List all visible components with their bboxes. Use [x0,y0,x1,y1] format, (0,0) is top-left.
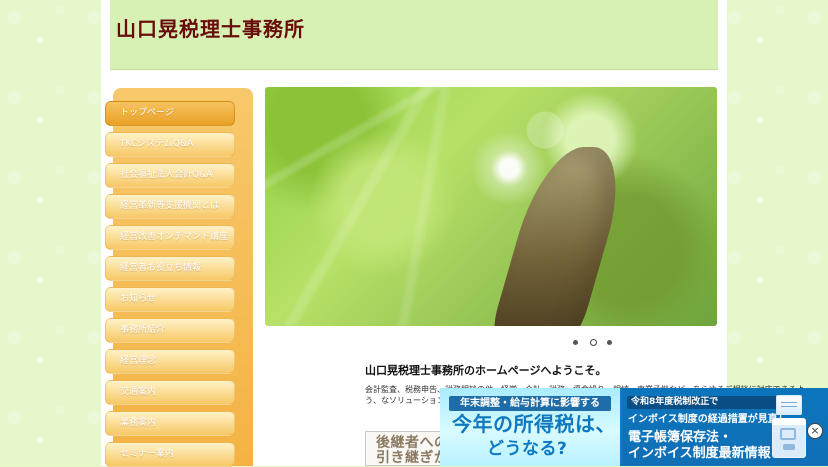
slide-dot-1[interactable] [573,340,578,345]
ad-tax-reform-label: 令和8年度税制改正で [627,396,777,409]
ad-tax-reform-headline-2: インボイス制度最新情報 [628,446,771,461]
welcome-heading: 山口晃税理士事務所のホームページへようこそ。 [365,364,607,377]
sidebar-item-tkc-system-qa[interactable]: TKCシステムQ&A [105,132,235,157]
sidebar-item-news[interactable]: お知らせ [105,287,235,312]
slide-dot-2[interactable] [590,339,597,346]
hero-slideshow-image [265,87,717,326]
sidebar-item-management-improvement-course[interactable]: 経営改善オンデマンド講座 [105,225,235,250]
sidebar-item-social-welfare-accounting-qa[interactable]: 社会福祉法人会計Q&A [105,163,235,188]
slide-dot-3[interactable] [607,340,612,345]
ad-income-tax-badge: 年末調整・給与計算に影響する [449,396,611,411]
sidebar-item-business-owner-info[interactable]: 経営者お役立ち情報 [105,256,235,281]
sidebar-item-management-philosophy[interactable]: 経営理念 [105,349,235,374]
site-title: 山口晃税理士事務所 [116,17,305,41]
advertisement-overlay[interactable]: 年末調整・給与計算に影響する 今年の所得税は、 どうなる? 令和8年度税制改正で… [440,388,828,466]
sidebar-item-top-page[interactable]: トップページ [105,101,235,126]
ad-tax-reform-top-line: インボイス制度の経過措置が見直し [628,414,788,425]
document-icon [776,395,802,415]
ad-income-tax-title: 今年の所得税は、 [452,412,616,436]
sidebar-item-management-innovation-support[interactable]: 経営革新等支援機関とは [105,194,235,219]
slideshow-pagination [573,339,613,348]
sidebar-item-access[interactable]: 交通案内 [105,380,235,405]
ad-tax-reform-panel[interactable]: 令和8年度税制改正で インボイス制度の経過措置が見直し 電子帳簿保存法・ インボ… [622,388,828,466]
close-icon[interactable]: × [807,423,823,439]
tablet-icon [772,418,806,458]
ad-tax-reform-headline-1: 電子帳簿保存法・ [628,430,733,445]
sidebar-item-services[interactable]: 業務案内 [105,411,235,436]
sidebar-item-office-introduction[interactable]: 事務所紹介 [105,318,235,343]
sidebar-item-seminars[interactable]: セミナー案内 [105,442,235,467]
ad-income-tax-panel[interactable]: 年末調整・給与計算に影響する 今年の所得税は、 どうなる? [440,388,620,466]
site-header: 山口晃税理士事務所 [110,0,718,70]
ad-income-tax-subtitle: どうなる? [487,439,568,459]
